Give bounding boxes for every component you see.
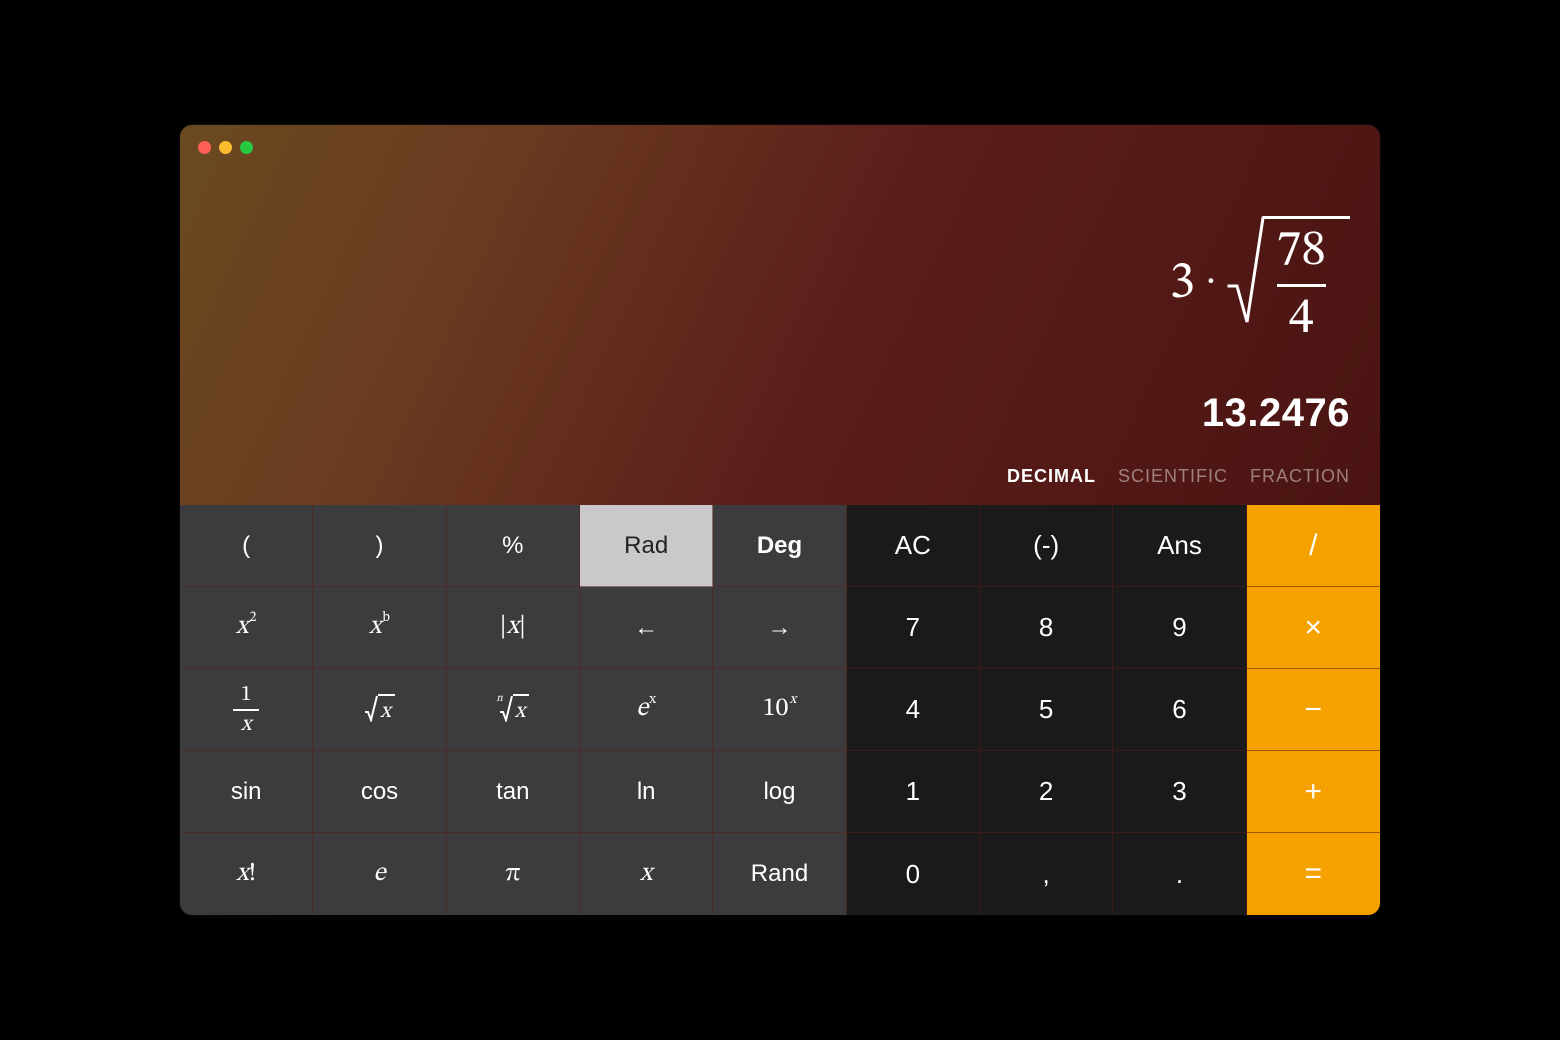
key-ans[interactable]: Ans — [1113, 505, 1246, 587]
key-comma[interactable]: , — [980, 833, 1113, 915]
keypad: ( ) % Rad Deg AC (-) Ans / x2 xb |x| ← →… — [180, 505, 1380, 915]
key-9[interactable]: 9 — [1113, 587, 1246, 669]
close-icon[interactable] — [198, 141, 211, 154]
key-divide[interactable]: / — [1247, 505, 1380, 587]
radical-icon — [364, 694, 378, 722]
key-equals[interactable]: = — [1247, 833, 1380, 915]
key-sin[interactable]: sin — [180, 751, 313, 833]
zoom-icon[interactable] — [240, 141, 253, 154]
result-display: 13.2476 — [1202, 391, 1350, 436]
key-7[interactable]: 7 — [847, 587, 980, 669]
key-ln[interactable]: ln — [580, 751, 713, 833]
key-cos[interactable]: cos — [313, 751, 446, 833]
key-rad[interactable]: Rad — [580, 505, 713, 587]
key-e-pow-x[interactable]: ex — [580, 669, 713, 751]
window-controls — [198, 141, 253, 154]
key-8[interactable]: 8 — [980, 587, 1113, 669]
key-sqrt[interactable]: x — [313, 669, 446, 751]
key-arrow-right[interactable]: → — [713, 587, 846, 669]
fraction-bar-icon — [233, 709, 259, 711]
key-nth-root[interactable]: n x — [447, 669, 580, 751]
expr-operator: · — [1205, 261, 1216, 301]
expr-denominator: 4 — [1289, 293, 1314, 346]
expr-coefficient: 3 — [1169, 258, 1195, 310]
key-1[interactable]: 1 — [847, 751, 980, 833]
radical-icon — [1227, 216, 1265, 326]
key-percent[interactable]: % — [447, 505, 580, 587]
calculator-window: 3 · 78 4 13.2476 DECIMAL SCIENTIFIC FRAC… — [180, 125, 1380, 915]
fraction-bar-icon — [1277, 284, 1327, 287]
key-factorial[interactable]: x! — [180, 833, 313, 915]
expr-sqrt: 78 4 — [1227, 216, 1351, 351]
key-abs[interactable]: |x| — [447, 587, 580, 669]
key-x-squared[interactable]: x2 — [180, 587, 313, 669]
key-x-pow-b[interactable]: xb — [313, 587, 446, 669]
key-x-var[interactable]: x — [580, 833, 713, 915]
tab-scientific[interactable]: SCIENTIFIC — [1118, 466, 1228, 487]
key-reciprocal[interactable]: 1 x — [180, 669, 313, 751]
key-log[interactable]: log — [713, 751, 846, 833]
key-0[interactable]: 0 — [847, 833, 980, 915]
minimize-icon[interactable] — [219, 141, 232, 154]
key-multiply[interactable]: × — [1247, 587, 1380, 669]
key-plus[interactable]: + — [1247, 751, 1380, 833]
key-lparen[interactable]: ( — [180, 505, 313, 587]
key-rparen[interactable]: ) — [313, 505, 446, 587]
key-dot[interactable]: . — [1113, 833, 1246, 915]
format-tabs: DECIMAL SCIENTIFIC FRACTION — [1007, 466, 1350, 487]
key-negate[interactable]: (-) — [980, 505, 1113, 587]
display-area: 3 · 78 4 13.2476 DECIMAL SCIENTIFIC FRAC… — [180, 125, 1380, 505]
key-e-const[interactable]: e — [313, 833, 446, 915]
expr-radicand: 78 4 — [1263, 216, 1351, 351]
expression-display: 3 · 78 4 — [1169, 216, 1350, 351]
expr-numerator: 78 — [1277, 225, 1327, 278]
key-rand[interactable]: Rand — [713, 833, 846, 915]
key-5[interactable]: 5 — [980, 669, 1113, 751]
key-tan[interactable]: tan — [447, 751, 580, 833]
key-6[interactable]: 6 — [1113, 669, 1246, 751]
key-10-pow-x[interactable]: 10x — [713, 669, 846, 751]
radical-icon — [499, 694, 513, 722]
key-ac[interactable]: AC — [847, 505, 980, 587]
key-pi[interactable]: π — [447, 833, 580, 915]
tab-decimal[interactable]: DECIMAL — [1007, 466, 1096, 487]
key-3[interactable]: 3 — [1113, 751, 1246, 833]
tab-fraction[interactable]: FRACTION — [1250, 466, 1350, 487]
key-deg[interactable]: Deg — [713, 505, 846, 587]
key-minus[interactable]: − — [1247, 669, 1380, 751]
key-arrow-left[interactable]: ← — [580, 587, 713, 669]
key-2[interactable]: 2 — [980, 751, 1113, 833]
key-4[interactable]: 4 — [847, 669, 980, 751]
